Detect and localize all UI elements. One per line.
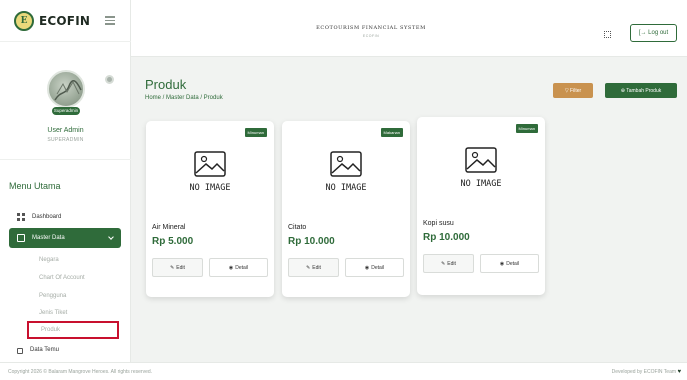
detail-button[interactable]: ◉ Detail	[209, 258, 268, 277]
logout-button[interactable]: [→ Log out	[630, 24, 677, 42]
user-name: User Admin	[47, 127, 84, 134]
sidebar: E ECOFIN Superadmin User Admin SUPERADMI…	[0, 0, 131, 362]
product-card: Minuman NO IMAGE Kopi susu Rp 10.000 ✎ Ed…	[417, 117, 545, 295]
menu-title: Menu Utama	[9, 181, 61, 191]
dashboard-icon	[17, 213, 25, 221]
chevron-down-icon	[108, 234, 114, 240]
page-title: Produk	[145, 77, 187, 92]
product-card: Makanan NO IMAGE Citato Rp 10.000 ✎ Edit …	[282, 121, 410, 297]
breadcrumb: Home / Master Data / Produk	[145, 95, 223, 101]
logo-icon: E	[14, 11, 34, 31]
no-image-text: NO IMAGE	[325, 183, 367, 193]
eye-icon: ◉	[228, 264, 234, 271]
main-content: Produk Home / Master Data / Produk ▽ Fil…	[131, 57, 687, 362]
add-product-button[interactable]: ⊕ Tambah Produk	[605, 83, 677, 98]
sidebar-item-master-data[interactable]: Master Data	[9, 228, 121, 248]
pencil-icon: ✎	[441, 260, 446, 267]
role-badge: Superadmin	[52, 107, 80, 115]
edit-label: Edit	[447, 260, 456, 267]
user-role: SUPERADMIN	[47, 137, 84, 143]
detail-button[interactable]: ◉ Detail	[345, 258, 404, 277]
image-placeholder-icon	[465, 147, 497, 173]
pencil-icon: ✎	[306, 264, 311, 271]
detail-label: Detail	[506, 260, 520, 267]
edit-button[interactable]: ✎ Edit	[152, 258, 203, 277]
status-indicator	[105, 75, 114, 84]
edit-label: Edit	[176, 264, 185, 271]
sidebar-item-label: Dashboard	[32, 214, 62, 220]
sidebar-item-data-temu[interactable]: Data Temu	[9, 344, 121, 358]
sidebar-item-dashboard[interactable]: Dashboard	[9, 207, 121, 227]
sidebar-item-label: Data Temu	[30, 347, 59, 353]
footer: Copyright 2026 © Balaram Mangrove Heroes…	[0, 362, 687, 380]
fullscreen-icon[interactable]	[604, 31, 611, 38]
edit-button[interactable]: ✎ Edit	[288, 258, 339, 277]
edit-label: Edit	[312, 264, 321, 271]
logo-row: E ECOFIN	[0, 0, 131, 42]
database-icon	[17, 234, 25, 242]
sidebar-toggle-icon[interactable]	[105, 16, 115, 25]
submenu-item-chart-of-account[interactable]: Chart Of Account	[39, 275, 85, 281]
image-placeholder-icon	[330, 151, 362, 177]
product-card: Minuman NO IMAGE Air Mineral Rp 5.000 ✎ E…	[146, 121, 274, 297]
product-name: Air Mineral	[152, 224, 186, 231]
product-price: Rp 10.000	[288, 236, 335, 247]
detail-button[interactable]: ◉ Detail	[480, 254, 539, 273]
top-header: ECOTOURISM FINANCIAL SYSTEM ECOFIN [→ Lo…	[131, 0, 687, 57]
submenu-item-pengguna[interactable]: Pengguna	[39, 293, 66, 299]
submenu-item-produk[interactable]: Produk	[27, 321, 119, 339]
copyright-text: Copyright 2026 © Balaram Mangrove Heroes…	[8, 369, 153, 375]
product-price: Rp 10.000	[423, 232, 470, 243]
image-placeholder-icon	[194, 151, 226, 177]
developed-by-text: Developed by ECOFIN Team	[611, 369, 677, 375]
eye-icon: ◉	[499, 260, 505, 267]
filter-button[interactable]: ▽ Filter	[553, 83, 593, 98]
category-badge: Makanan	[380, 128, 403, 137]
developed-by: Developed by ECOFIN Team ♥	[612, 369, 681, 375]
heart-icon: ♥	[677, 369, 681, 375]
detail-label: Detail	[235, 264, 249, 271]
category-badge: Minuman	[244, 128, 267, 137]
submenu-item-negara[interactable]: Negara	[39, 257, 59, 263]
detail-label: Detail	[371, 264, 385, 271]
eye-icon: ◉	[364, 264, 370, 271]
folder-icon	[17, 348, 23, 354]
avatar[interactable]	[47, 70, 85, 108]
product-name: Kopi susu	[423, 220, 454, 227]
user-profile: Superadmin User Admin SUPERADMIN	[0, 42, 131, 160]
category-badge: Minuman	[515, 124, 538, 133]
product-name: Citato	[288, 224, 307, 231]
submenu-item-jenis-tiket[interactable]: Jenis Tiket	[39, 310, 67, 316]
edit-button[interactable]: ✎ Edit	[423, 254, 474, 273]
app-logo-text: ECOFIN	[39, 14, 91, 28]
no-image-text: NO IMAGE	[189, 183, 231, 193]
sidebar-item-label: Master Data	[32, 235, 65, 241]
pencil-icon: ✎	[170, 264, 175, 271]
header-subtitle: ECOFIN	[362, 34, 380, 38]
product-price: Rp 5.000	[152, 236, 194, 247]
no-image-text: NO IMAGE	[460, 179, 502, 189]
header-title: ECOTOURISM FINANCIAL SYSTEM	[316, 25, 426, 31]
